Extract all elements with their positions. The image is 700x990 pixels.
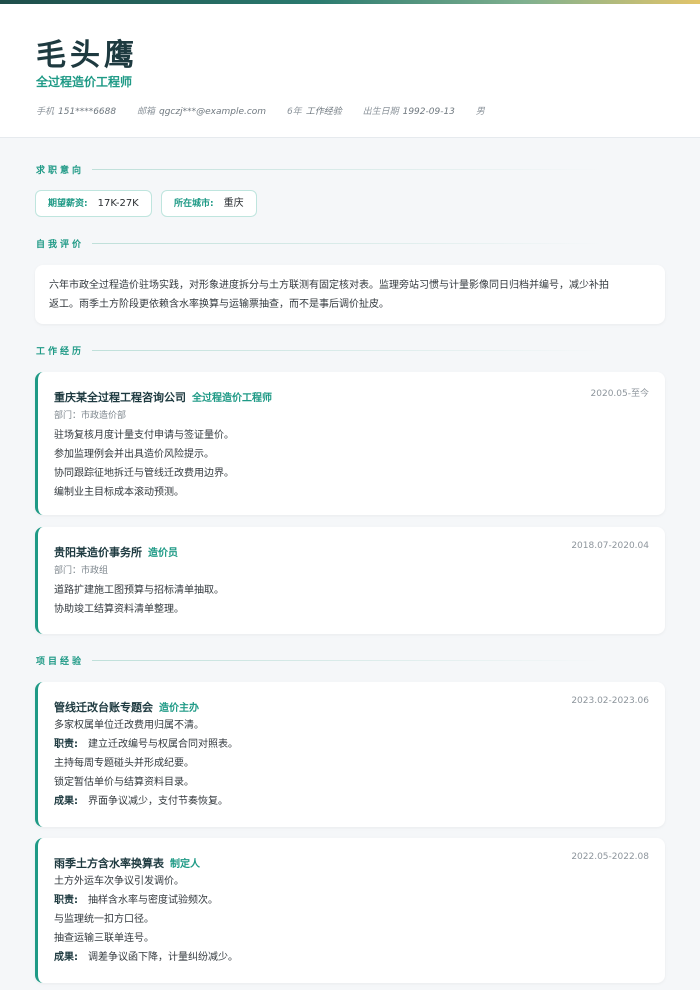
- section-title-projects: 项目经验: [36, 657, 85, 667]
- duty-text: 建立迁改编号与权属合同对照表。: [88, 739, 238, 750]
- duty-line: 协助竣工结算资料清单整理。: [54, 604, 184, 615]
- salary-value: 17K-27K: [97, 198, 139, 209]
- section-divider: [92, 243, 602, 244]
- phone-info: 手机 151****6688: [36, 107, 116, 117]
- work-duties: 道路扩建施工图预算与招标清单抽取。 协助竣工结算资料清单整理。: [54, 581, 224, 619]
- duty-line: 编制业主目标成本滚动预测。: [54, 487, 184, 498]
- project-desc: 多家权属单位迁改费用归属不清。: [54, 720, 204, 731]
- project-result: 成果: 调差争议函下降，计量纠纷减少。: [54, 948, 238, 967]
- project-desc: 土方外运车次争议引发调价。: [54, 876, 184, 887]
- duty-label: 职责:: [54, 895, 78, 906]
- project-date: 2023.02-2023.06: [571, 696, 649, 706]
- result-text: 调差争议函下降，计量纠纷减少。: [88, 952, 238, 963]
- salary-tag: 期望薪资: 17K-27K: [35, 190, 152, 217]
- duty-line: 协同跟踪征地拆迁与管线迁改费用边界。: [54, 468, 234, 479]
- experience-info: 6年 工作经验: [287, 107, 342, 117]
- experience-label: 工作经验: [305, 107, 342, 117]
- project-duty: 职责: 抽样含水率与密度试验频次。: [54, 891, 238, 910]
- birth-label: 出生日期: [362, 107, 399, 117]
- city-tag: 所在城市: 重庆: [161, 190, 257, 217]
- candidate-name: 毛头鹰: [36, 38, 138, 73]
- project-result: 成果: 界面争议减少，支付节奏恢复。: [54, 792, 238, 811]
- section-title-work: 工作经历: [36, 347, 85, 357]
- work-entry: 贵阳某造价事务所 造价员 2018.07-2020.04 部门：市政组 道路扩建施…: [35, 527, 665, 634]
- duty-line: 参加监理例会并出具造价风险提示。: [54, 449, 214, 460]
- project-duty: 职责: 建立迁改编号与权属合同对照表。: [54, 735, 238, 754]
- work-entry-head: 重庆某全过程工程咨询公司 全过程造价工程师: [54, 386, 272, 405]
- birth-value: 1992-09-13: [402, 107, 455, 117]
- work-org: 贵阳某造价事务所: [54, 546, 142, 559]
- project-details: 土方外运车次争议引发调价。 职责: 抽样含水率与密度试验频次。 与监理统一扣方口径…: [54, 872, 238, 967]
- self-eval-line: 返工。雨季土方阶段更依赖含水率换算与运输票抽查，而不是事后调价扯皮。: [49, 299, 389, 310]
- phone-label: 手机: [36, 107, 55, 117]
- section-title-self-eval: 自我评价: [36, 240, 85, 250]
- project-details: 多家权属单位迁改费用归属不清。 职责: 建立迁改编号与权属合同对照表。 主持每周专…: [54, 716, 238, 811]
- city-label: 所在城市:: [174, 199, 214, 209]
- project-date: 2022.05-2022.08: [571, 852, 649, 862]
- section-divider: [92, 660, 602, 661]
- work-role: 全过程造价工程师: [192, 393, 272, 404]
- birth-info: 出生日期 1992-09-13: [363, 107, 455, 117]
- experience-years: 6年: [286, 107, 302, 117]
- gender-info: 男: [475, 107, 485, 117]
- work-duties: 驻场复核月度计量支付申请与签证量价。 参加监理例会并出具造价风险提示。 协同跟踪…: [54, 426, 234, 502]
- city-value: 重庆: [223, 198, 244, 209]
- candidate-title: 全过程造价工程师: [36, 75, 133, 89]
- project-extra: 锁定暂估单价与结算资料目录。: [54, 777, 194, 788]
- work-dept: 部门：市政造价部: [54, 411, 127, 421]
- work-date: 2018.07-2020.04: [571, 541, 649, 551]
- duty-label: 职责:: [54, 739, 78, 750]
- result-label: 成果:: [54, 952, 78, 963]
- project-extra: 与监理统一扣方口径。: [54, 914, 154, 925]
- project-name: 雨季土方含水率换算表: [54, 857, 164, 870]
- duty-text: 抽样含水率与密度试验频次。: [88, 895, 218, 906]
- project-entry: 雨季土方含水率换算表 制定人 2022.05-2022.08 土方外运车次争议引发…: [35, 838, 665, 983]
- project-extra: 主持每周专题碰头并形成纪要。: [54, 758, 194, 769]
- result-text: 界面争议减少，支付节奏恢复。: [88, 796, 228, 807]
- self-eval-card: 六年市政全过程造价驻场实践，对形象进度拆分与土方联测有固定核对表。监理旁站习惯与…: [35, 265, 665, 324]
- project-name: 管线迁改台账专题会: [54, 701, 153, 714]
- self-eval-line: 六年市政全过程造价驻场实践，对形象进度拆分与土方联测有固定核对表。监理旁站习惯与…: [49, 280, 609, 291]
- project-extra: 抽查运输三联单连号。: [54, 933, 154, 944]
- work-date: 2020.05-至今: [590, 389, 649, 399]
- project-role: 制定人: [170, 859, 200, 870]
- resume-header: 毛头鹰 全过程造价工程师 手机 151****6688 邮箱 qgczj***@ex…: [0, 4, 700, 138]
- duty-line: 道路扩建施工图预算与招标清单抽取。: [54, 585, 224, 596]
- email-label: 邮箱: [136, 107, 155, 117]
- project-entry-head: 管线迁改台账专题会 造价主办: [54, 696, 199, 715]
- duty-line: 驻场复核月度计量支付申请与签证量价。: [54, 430, 234, 441]
- contact-info: 手机 151****6688 邮箱 qgczj***@example.com 6年工…: [36, 104, 503, 117]
- section-title-intent: 求职意向: [36, 166, 85, 176]
- project-entry-head: 雨季土方含水率换算表 制定人: [54, 852, 200, 871]
- section-divider: [92, 350, 602, 351]
- work-entry-head: 贵阳某造价事务所 造价员: [54, 541, 178, 560]
- project-role: 造价主办: [159, 703, 199, 714]
- work-role: 造价员: [148, 548, 178, 559]
- work-org: 重庆某全过程工程咨询公司: [54, 391, 186, 404]
- email-value: qgczj***@example.com: [159, 107, 267, 117]
- result-label: 成果:: [54, 796, 78, 807]
- salary-label: 期望薪资:: [48, 199, 88, 209]
- work-dept: 部门：市政组: [54, 566, 109, 576]
- project-entry: 管线迁改台账专题会 造价主办 2023.02-2023.06 多家权属单位迁改费用…: [35, 682, 665, 827]
- email-info: 邮箱 qgczj***@example.com: [137, 107, 266, 117]
- phone-value: 151****6688: [58, 107, 117, 117]
- section-divider: [92, 169, 602, 170]
- work-entry: 重庆某全过程工程咨询公司 全过程造价工程师 2020.05-至今 部门：市政造价部…: [35, 372, 665, 515]
